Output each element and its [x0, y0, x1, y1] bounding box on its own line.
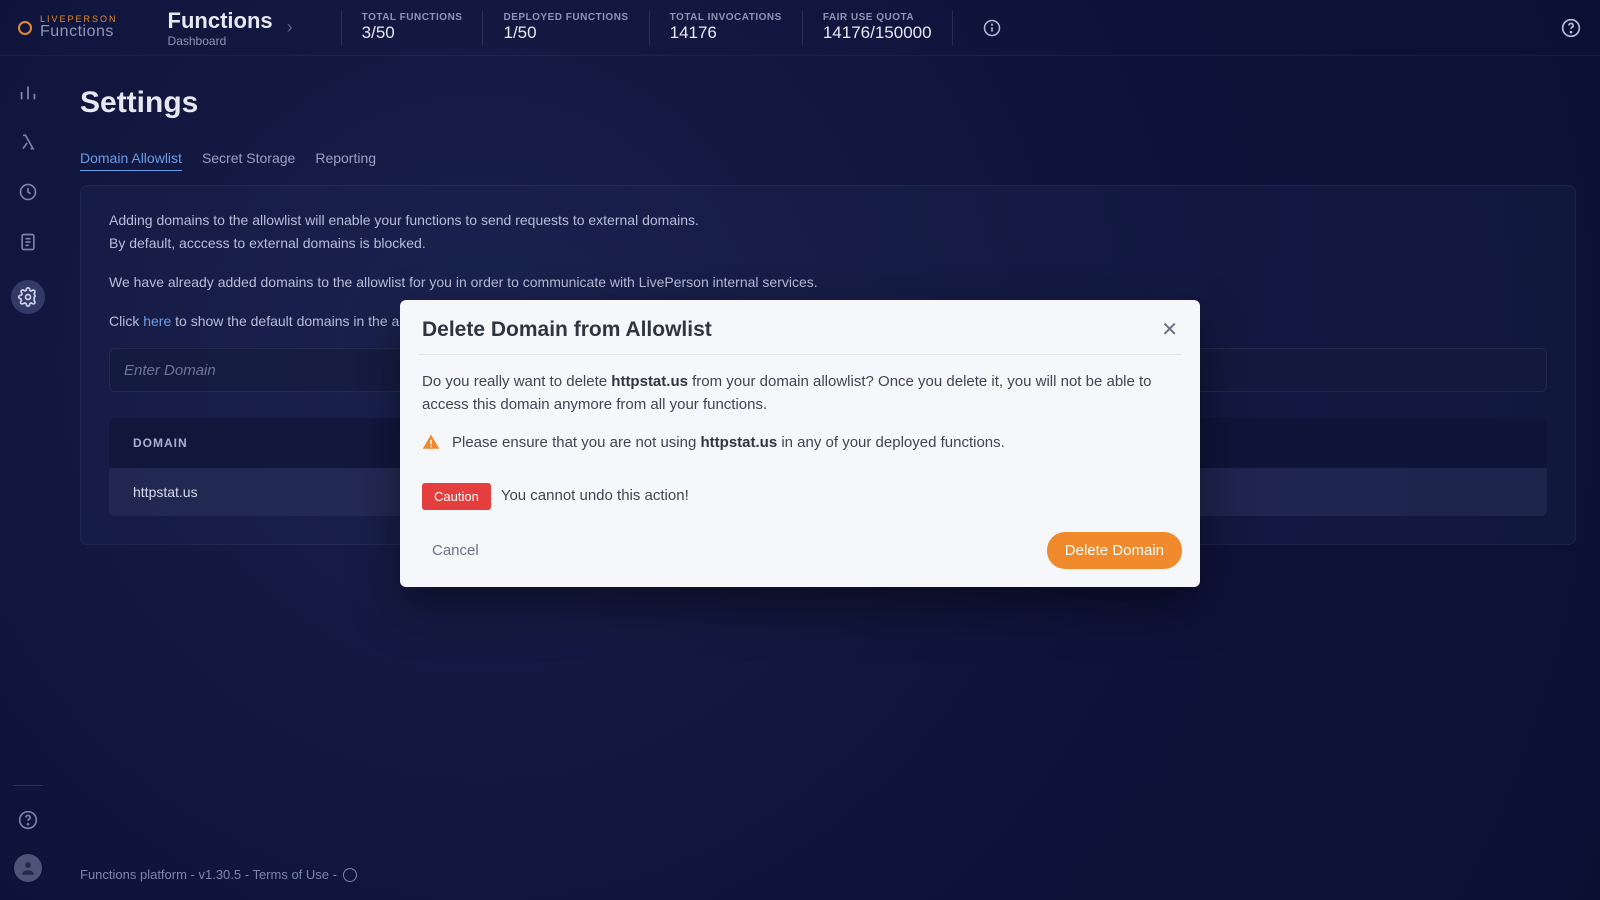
caution-text: You cannot undo this action! — [501, 485, 689, 508]
modal-domain: httpstat.us — [611, 373, 688, 390]
cancel-button[interactable]: Cancel — [422, 534, 489, 567]
text: in any of your deployed functions. — [777, 434, 1005, 451]
modal-title: Delete Domain from Allowlist — [422, 318, 712, 342]
modal-overlay: Delete Domain from Allowlist ✕ Do you re… — [0, 0, 1600, 900]
modal-warning: Please ensure that you are not using htt… — [452, 432, 1005, 455]
delete-domain-button[interactable]: Delete Domain — [1047, 532, 1182, 569]
caution-badge: Caution — [422, 483, 491, 511]
modal-domain: httpstat.us — [701, 434, 778, 451]
modal-question: Do you really want to delete httpstat.us… — [422, 371, 1178, 416]
close-icon[interactable]: ✕ — [1161, 320, 1178, 340]
text: Please ensure that you are not using — [452, 434, 701, 451]
warning-icon — [422, 433, 440, 459]
text: Do you really want to delete — [422, 373, 611, 390]
delete-domain-modal: Delete Domain from Allowlist ✕ Do you re… — [400, 300, 1200, 587]
